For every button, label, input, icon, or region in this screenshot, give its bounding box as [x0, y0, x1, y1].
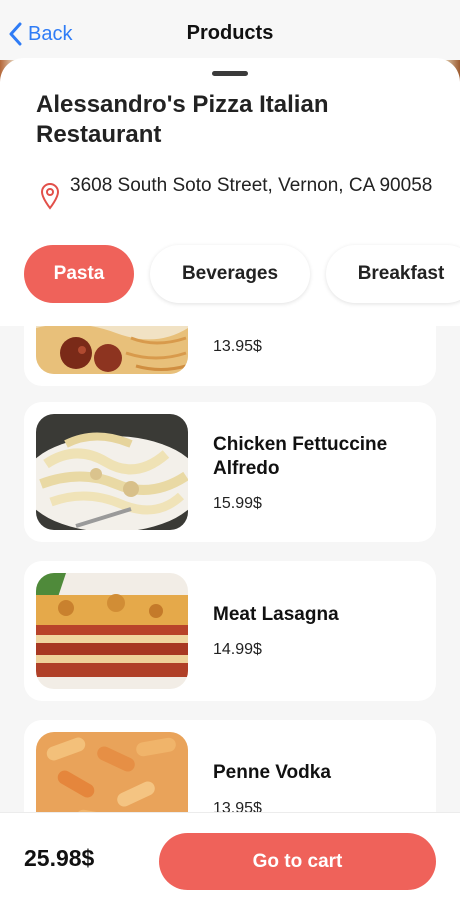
tab-pasta[interactable]: Pasta: [24, 245, 134, 303]
restaurant-address: 3608 South Soto Street, Vernon, CA 90058: [70, 175, 433, 196]
go-to-cart-button[interactable]: Go to cart: [159, 833, 436, 890]
product-image-penne-vodka: [36, 732, 188, 812]
product-price: 14.99$: [213, 641, 262, 658]
sheet-drag-handle[interactable]: [212, 71, 248, 76]
product-list[interactable]: 13.95$ Chicken Fettuccine Alfredo 15.99$: [0, 326, 460, 812]
product-card[interactable]: Meat Lasagna 14.99$: [24, 561, 436, 701]
product-image-spaghetti-meatballs: [36, 326, 188, 374]
category-tabs: Pasta Beverages Breakfast: [24, 245, 460, 303]
product-card[interactable]: Penne Vodka 13.95$: [24, 720, 436, 812]
product-name: Meat Lasagna: [213, 604, 339, 625]
page-title: Products: [186, 22, 274, 44]
product-name: Chicken Fettuccine Alfredo: [213, 434, 388, 479]
product-price: 13.95$: [213, 338, 262, 355]
product-card[interactable]: 13.95$: [24, 326, 436, 386]
product-card[interactable]: Chicken Fettuccine Alfredo 15.99$: [24, 402, 436, 542]
tab-breakfast[interactable]: Breakfast: [326, 245, 460, 303]
product-image-fettuccine-alfredo: [36, 414, 188, 530]
tab-beverages[interactable]: Beverages: [150, 245, 310, 303]
restaurant-name: Alessandro's Pizza Italian Restaurant: [36, 91, 329, 148]
map-pin-icon: [40, 183, 60, 210]
product-image-lasagna: [36, 573, 188, 689]
address-row: 3608 South Soto Street, Vernon, CA 90058: [38, 174, 438, 210]
cart-total: 25.98$: [24, 845, 95, 871]
restaurant-sheet: Alessandro's Pizza Italian Restaurant 36…: [0, 58, 460, 818]
navigation-bar: Back Products: [0, 0, 460, 64]
product-price: 13.95$: [213, 800, 262, 812]
cart-bar: 25.98$ Go to cart: [0, 812, 460, 900]
product-name: Penne Vodka: [213, 762, 331, 783]
product-price: 15.99$: [213, 495, 262, 512]
